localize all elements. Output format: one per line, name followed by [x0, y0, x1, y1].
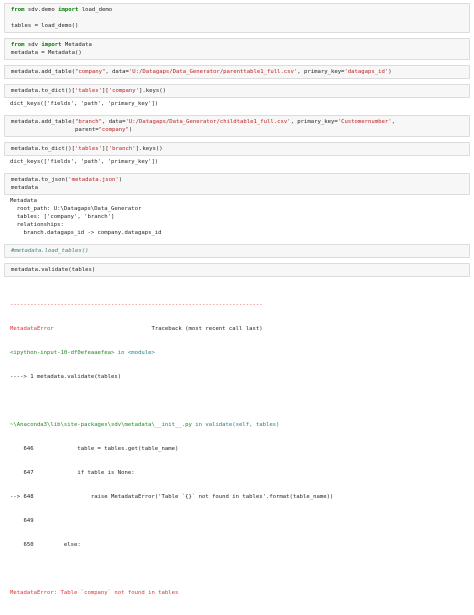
cell-7-output: Metadata root_path: U:\Datagaps\Data_Gen… — [10, 198, 162, 236]
traceback-line-649: 649 — [10, 518, 37, 524]
code-cell-1[interactable]: from sdv.demo import load_demo tables = … — [4, 3, 470, 33]
code-cell-2[interactable]: from sdv import Metadata metadata = Meta… — [4, 38, 470, 60]
code-cell-5[interactable]: metadata.add_table("branch", data='U:/Da… — [4, 115, 470, 137]
cell-4-output: dict_keys(['fields', 'path', 'primary_ke… — [10, 101, 159, 107]
code-cell-7[interactable]: metadata.to_json('metadata.json') metada… — [4, 173, 470, 195]
traceback-output: ----------------------------------------… — [4, 283, 470, 615]
code-cell-4[interactable]: metadata.to_dict()['tables']['company'].… — [4, 84, 470, 98]
code-cell-3[interactable]: metadata.add_table("company", data='U:/D… — [4, 65, 470, 79]
traceback-line-647: 647 if table is None: — [10, 470, 135, 476]
code-cell-8[interactable]: #metadata.load_tables() — [4, 244, 470, 258]
traceback-line-648: --> 648 raise MetadataError('Table `{}` … — [10, 494, 334, 500]
traceback-file: ~\Anaconda3\lib\site-packages\sdv\metada… — [10, 422, 280, 428]
code-cell-6[interactable]: metadata.to_dict()['tables']['branch'].k… — [4, 142, 470, 156]
traceback-blank-2 — [10, 565, 466, 573]
traceback-arrow-line: ----> 1 metadata.validate(tables) — [10, 374, 122, 380]
traceback-final-error: MetadataError: Table `company` not found… — [10, 590, 179, 596]
traceback-line-650: 650 else: — [10, 542, 81, 548]
notebook: from sdv.demo import load_demo tables = … — [4, 3, 470, 615]
traceback-blank — [10, 397, 466, 405]
code-cell-9[interactable]: metadata.validate(tables) — [4, 263, 470, 277]
traceback-line-646: 646 table = tables.get(table_name) — [10, 446, 179, 452]
traceback-header: MetadataError Traceback (most recent cal… — [10, 326, 263, 332]
cell-6-output: dict_keys(['fields', 'path', 'primary_ke… — [10, 159, 159, 165]
traceback-input-ref: <ipython-input-10-df0efeaaefea> in <modu… — [10, 350, 155, 356]
traceback-rule: ----------------------------------------… — [10, 302, 263, 308]
